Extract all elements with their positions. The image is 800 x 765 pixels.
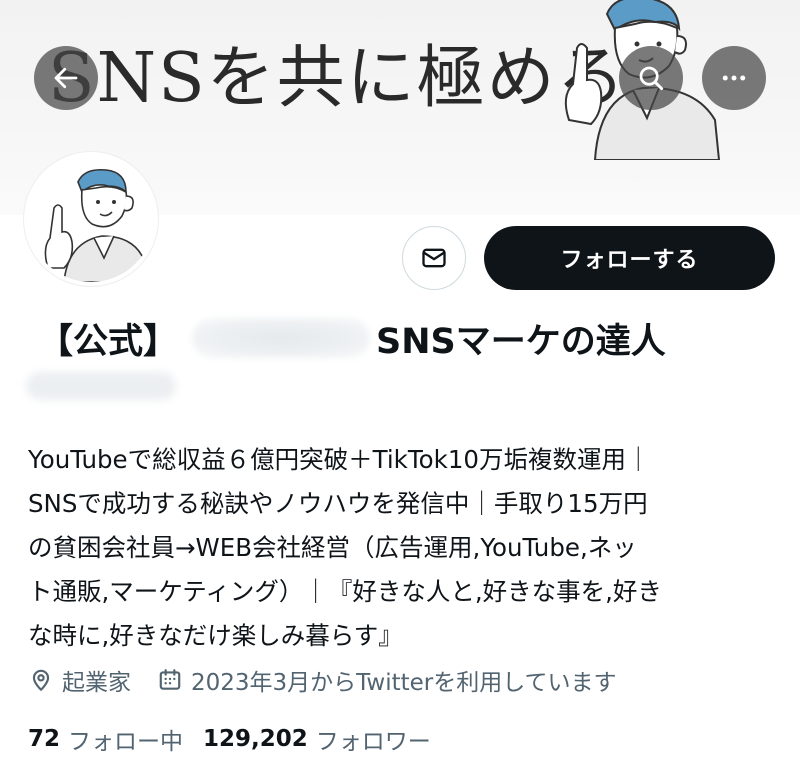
redacted-handle (26, 372, 176, 400)
follow-button[interactable]: フォローする (484, 226, 775, 290)
avatar-character-illustration (28, 156, 154, 282)
message-button[interactable] (402, 226, 466, 290)
location-text: 起業家 (62, 670, 131, 696)
joined-text: 2023年3月からTwitterを利用しています (191, 670, 617, 696)
location-pin-icon (32, 669, 50, 691)
bio-line: SNSで成功する秘訣やノウハウを発信中｜手取り15万円 (28, 489, 648, 518)
arrow-left-icon (54, 67, 78, 89)
bio-line: YouTubeで総収益６億円突破＋TikTok10万垢複数運用｜ (28, 445, 651, 474)
display-name-suffix: SNSマーケの達人 (376, 321, 666, 362)
bio-line: な時に,好きなだけ楽しみ暮らす』 (28, 621, 403, 650)
follow-stats: 72 フォロー中 129,202 フォロワー (28, 721, 431, 757)
profile-bio: YouTubeで総収益６億円突破＋TikTok10万垢複数運用｜ SNSで成功す… (28, 438, 773, 658)
back-button[interactable] (34, 46, 98, 110)
following-count: 72 (28, 726, 61, 752)
followers-label: フォロワー (315, 729, 431, 755)
search-button[interactable] (619, 46, 683, 110)
ellipsis-icon (722, 75, 746, 81)
profile-meta: 起業家 2023年3月からTwitterを利用しています (28, 662, 617, 698)
followers-count: 129,202 (203, 726, 308, 752)
profile-avatar[interactable] (24, 152, 158, 286)
joined-item: 2023年3月からTwitterを利用しています (157, 663, 617, 697)
redacted-name (192, 318, 371, 358)
bio-line: の貧困会社員→WEB会社経営（広告運用,YouTube,ネッ (28, 533, 637, 562)
display-name: 【公式】 SNSマーケの達人 (38, 313, 666, 363)
calendar-icon (159, 669, 181, 690)
following-label: フォロー中 (68, 729, 184, 755)
location-item: 起業家 (28, 663, 131, 697)
bio-line: ト通販,マーケティング）｜『好きな人と,好きな事を,好き (28, 577, 662, 606)
display-name-prefix: 【公式】 (38, 321, 179, 362)
followers-link[interactable]: 129,202 フォロワー (203, 722, 431, 756)
following-link[interactable]: 72 フォロー中 (28, 722, 183, 756)
envelope-icon (422, 248, 446, 268)
banner-title: SNSを共に極める (48, 39, 627, 118)
search-icon (639, 66, 664, 91)
more-options-button[interactable] (702, 46, 766, 110)
